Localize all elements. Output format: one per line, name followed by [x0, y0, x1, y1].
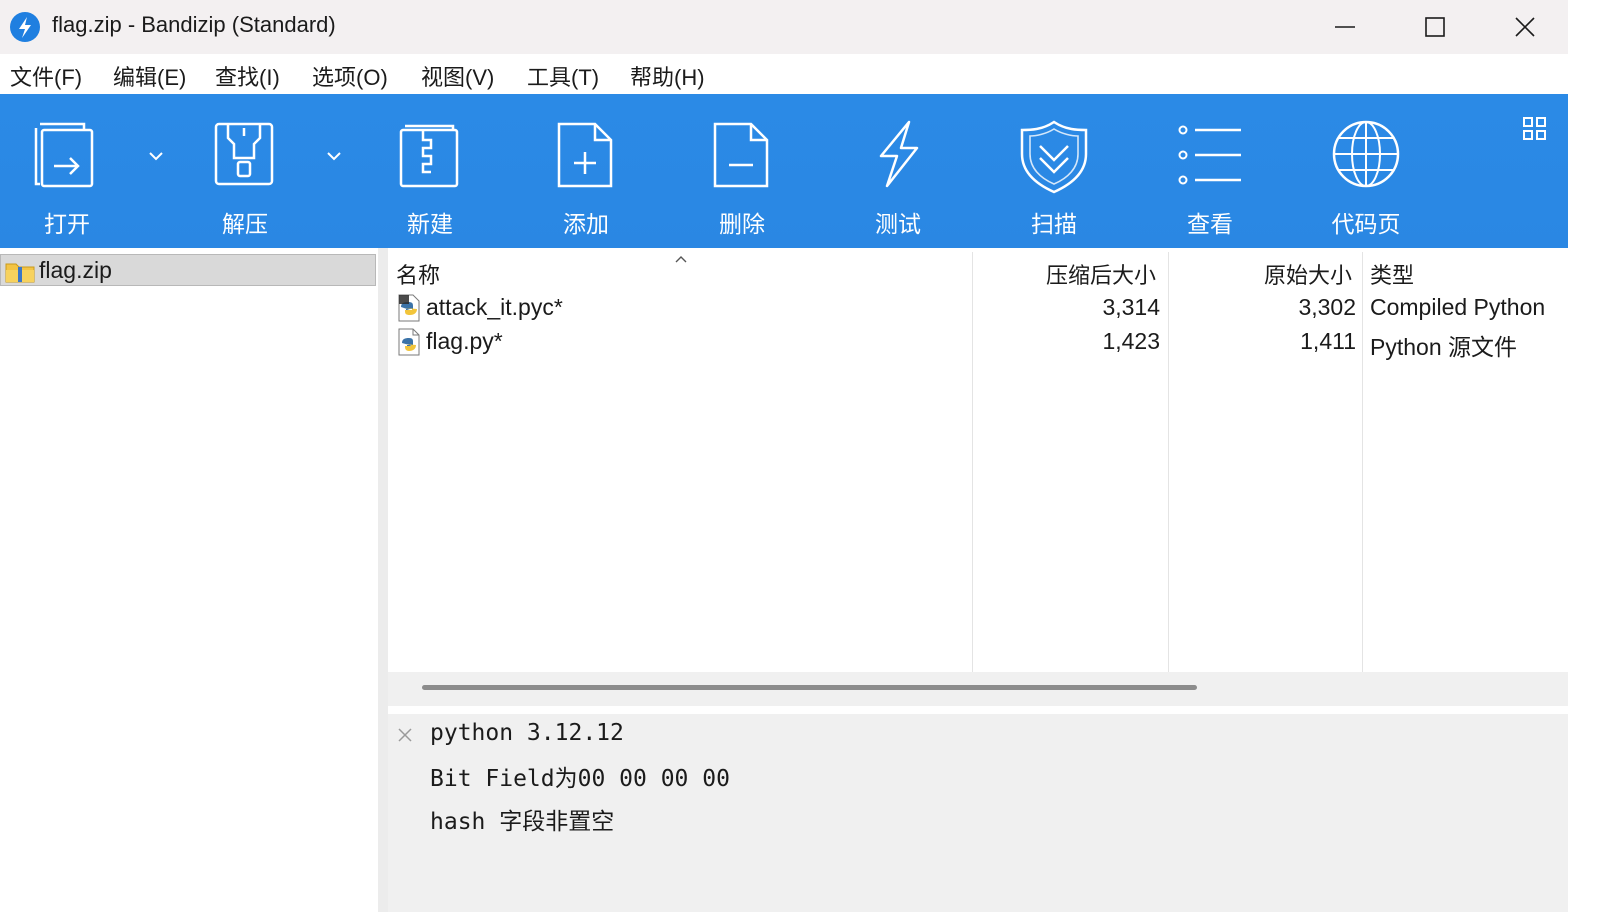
new-button[interactable]: 新建: [370, 94, 490, 248]
column-header-original-size[interactable]: 原始大小: [1264, 258, 1352, 290]
test-button[interactable]: 测试: [838, 94, 958, 248]
file-list: 名称 压缩后大小 原始大小 类型 attack_it.pyc* 3,314 3,…: [388, 248, 1568, 672]
zip-folder-icon: [5, 263, 35, 283]
view-label: 查看: [1187, 212, 1233, 238]
scan-button[interactable]: 扫描: [994, 94, 1114, 248]
codepage-button[interactable]: 代码页: [1306, 94, 1426, 248]
original-size: 3,302: [1298, 294, 1356, 320]
shield-icon: [1020, 120, 1088, 194]
open-button[interactable]: 打开: [7, 94, 127, 248]
add-file-icon: [557, 122, 613, 188]
pane-splitter[interactable]: [378, 248, 388, 912]
toolbar: 打开 解压 新建 添加 删除 测试 扫描 查看 代码页: [0, 94, 1568, 248]
delete-button[interactable]: 删除: [682, 94, 802, 248]
delete-file-icon: [713, 122, 769, 188]
menu-view[interactable]: 视图(V): [421, 60, 494, 92]
menu-bar: 文件(F) 编辑(E) 查找(I) 选项(O) 视图(V) 工具(T) 帮助(H…: [0, 54, 1568, 94]
table-row[interactable]: flag.py* 1,423 1,411 Python 源文件: [388, 324, 1568, 360]
delete-label: 删除: [719, 212, 765, 238]
comment-line: python 3.12.12: [430, 720, 624, 746]
comment-line: hash 字段非置空: [430, 809, 615, 835]
tree-item-archive[interactable]: flag.zip: [0, 254, 376, 286]
horizontal-scrollbar[interactable]: [388, 672, 1568, 706]
test-label: 测试: [875, 212, 921, 238]
close-comment-icon[interactable]: [396, 726, 414, 744]
extract-label: 解压: [222, 212, 268, 238]
menu-file[interactable]: 文件(F): [10, 60, 82, 92]
globe-icon: [1332, 120, 1400, 188]
layout-grid-icon[interactable]: [1522, 116, 1548, 142]
menu-options[interactable]: 选项(O): [312, 60, 388, 92]
new-archive-icon: [399, 124, 459, 188]
close-icon: [1515, 17, 1535, 37]
menu-help[interactable]: 帮助(H): [630, 60, 705, 92]
column-header-type[interactable]: 类型: [1370, 258, 1414, 290]
add-label: 添加: [563, 212, 609, 238]
archive-comment-pane: python 3.12.12 Bit Field为00 00 00 00 has…: [388, 714, 1568, 912]
file-name: attack_it.pyc*: [426, 294, 563, 320]
window-title: flag.zip - Bandizip (Standard): [52, 12, 336, 37]
open-archive-icon: [34, 122, 94, 188]
comment-line: Bit Field为00 00 00 00: [430, 766, 730, 792]
file-type: Compiled Python: [1370, 294, 1546, 320]
menu-find[interactable]: 查找(I): [215, 60, 280, 92]
column-header-compressed-size[interactable]: 压缩后大小: [1046, 258, 1156, 290]
compressed-size: 3,314: [1102, 294, 1160, 320]
table-row[interactable]: attack_it.pyc* 3,314 3,302 Compiled Pyth…: [388, 290, 1568, 324]
scrollbar-thumb[interactable]: [422, 685, 1197, 690]
menu-edit[interactable]: 编辑(E): [113, 60, 186, 92]
title-bar: flag.zip - Bandizip (Standard): [0, 0, 1568, 54]
tree-item-label: flag.zip: [39, 257, 112, 283]
close-button[interactable]: [1480, 0, 1570, 54]
add-button[interactable]: 添加: [526, 94, 646, 248]
pane-divider: [388, 706, 1568, 714]
python-file-icon: [398, 328, 420, 356]
compressed-size: 1,423: [1102, 328, 1160, 354]
python-compiled-icon: [398, 294, 420, 322]
scan-label: 扫描: [1031, 212, 1077, 238]
minimize-icon: [1335, 26, 1355, 28]
maximize-button[interactable]: [1390, 0, 1480, 54]
open-dropdown-chevron-down-icon[interactable]: [146, 149, 166, 163]
original-size: 1,411: [1300, 328, 1356, 354]
menu-tools[interactable]: 工具(T): [527, 60, 599, 92]
column-header-name[interactable]: 名称: [396, 258, 440, 290]
list-view-icon: [1178, 125, 1241, 185]
minimize-button[interactable]: [1300, 0, 1390, 54]
maximize-icon: [1425, 17, 1445, 37]
new-label: 新建: [407, 212, 453, 238]
folder-tree: flag.zip: [0, 248, 378, 912]
open-label: 打开: [44, 212, 90, 238]
sort-ascending-icon: [675, 256, 687, 263]
file-type: Python 源文件: [1370, 334, 1517, 360]
extract-dropdown-chevron-down-icon[interactable]: [324, 149, 344, 163]
view-button[interactable]: 查看: [1150, 94, 1270, 248]
bandizip-logo-icon: [10, 12, 40, 42]
file-name: flag.py*: [426, 328, 503, 354]
lightning-icon: [879, 120, 919, 188]
codepage-label: 代码页: [1331, 212, 1401, 238]
extract-zipper-icon: [214, 122, 274, 186]
extract-button[interactable]: 解压: [185, 94, 305, 248]
